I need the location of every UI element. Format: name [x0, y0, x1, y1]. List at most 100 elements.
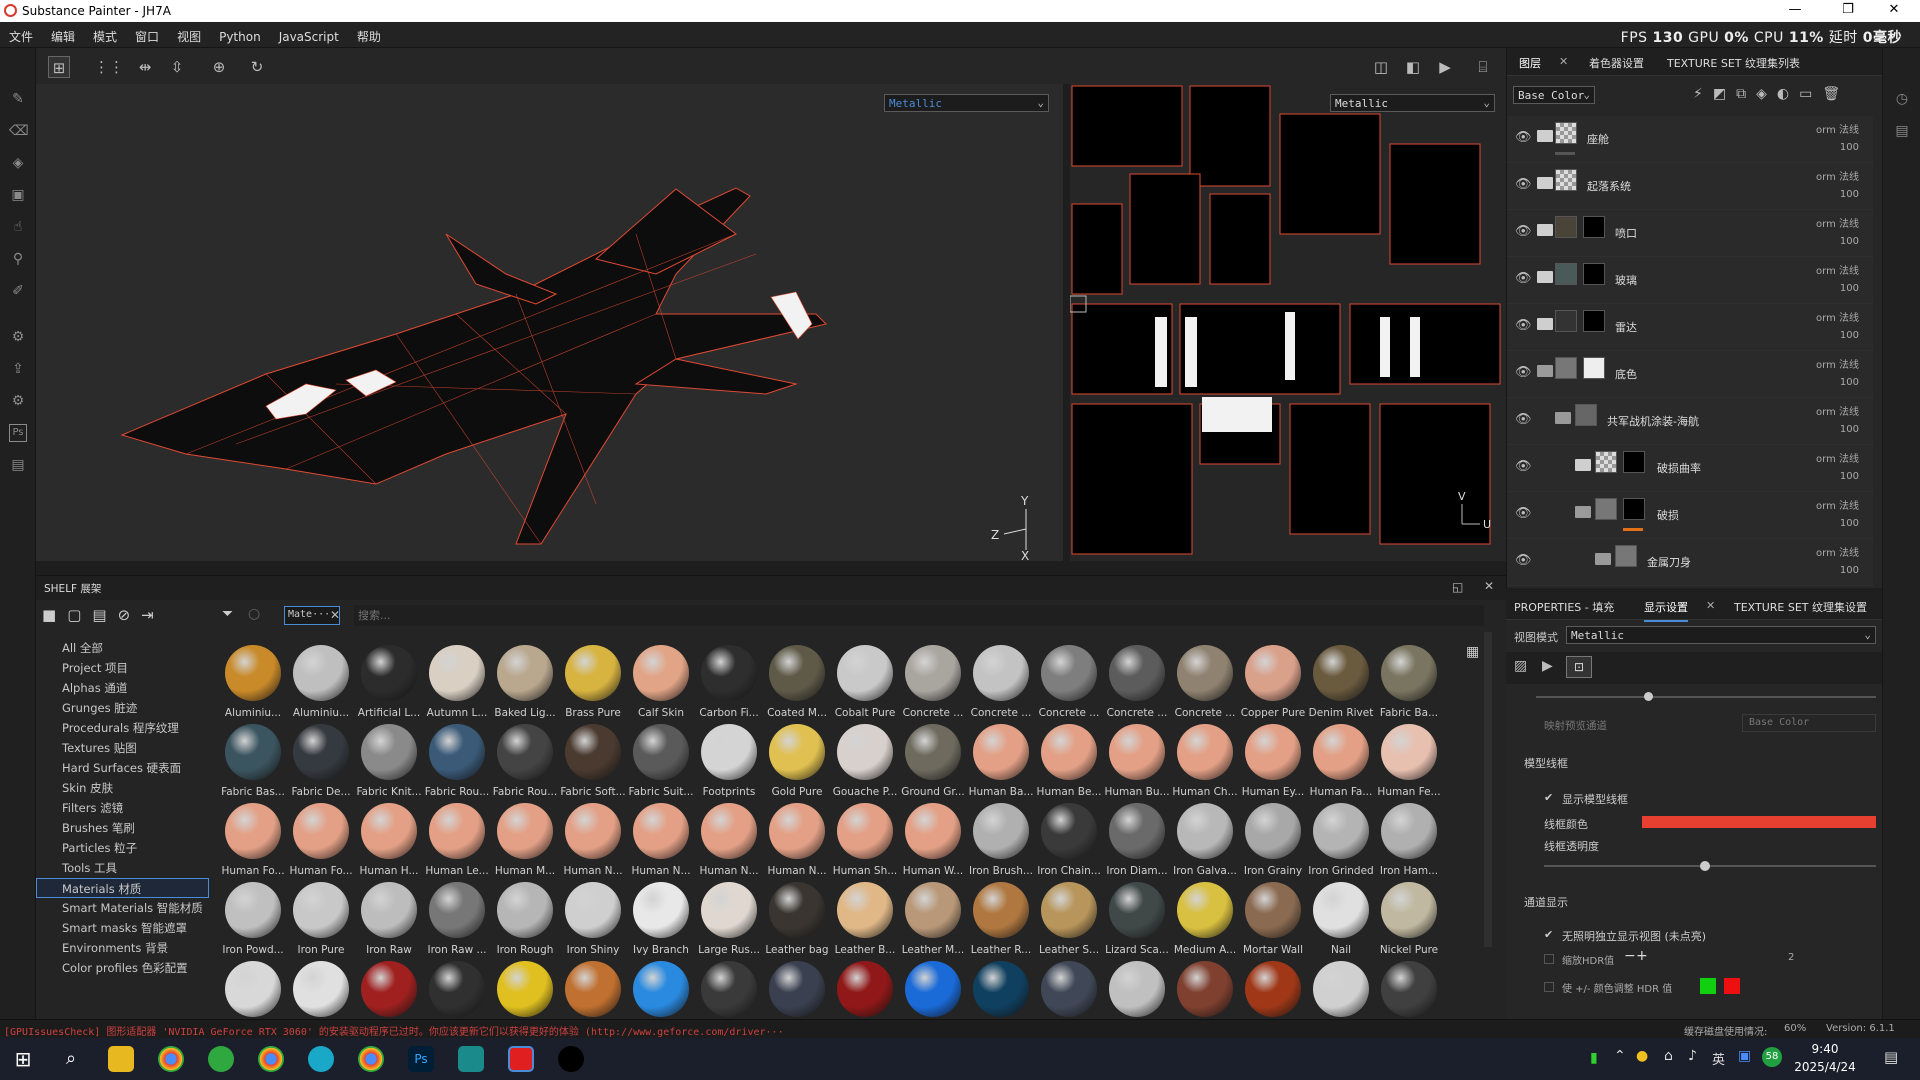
- material-item[interactable]: [1035, 961, 1101, 1020]
- chevron-up-icon[interactable]: ⌃: [1614, 1048, 1626, 1064]
- material-item[interactable]: Leather R...: [967, 882, 1033, 960]
- material-item[interactable]: Fabric Ba...: [1375, 645, 1441, 723]
- top-slider-handle[interactable]: [1644, 692, 1653, 701]
- category-materials[interactable]: Materials 材质: [36, 878, 209, 898]
- material-item[interactable]: [559, 961, 625, 1020]
- notifications-icon[interactable]: ▤: [1884, 1048, 1898, 1066]
- layer-opacity[interactable]: 100: [1840, 330, 1859, 341]
- circle-icon[interactable]: ○: [248, 606, 260, 622]
- layer-blend[interactable]: orm 法线: [1816, 309, 1859, 324]
- category-alphas[interactable]: Alphas 通道: [62, 680, 127, 696]
- camera-icon[interactable]: ▶: [1434, 56, 1456, 78]
- layer-row[interactable]: 👁 起落系统 orm 法线 100: [1507, 163, 1873, 210]
- material-item[interactable]: Human W...: [899, 803, 965, 881]
- material-item[interactable]: Gold Pure: [763, 724, 829, 802]
- menu-javascript[interactable]: JavaScript: [270, 24, 348, 44]
- plus-icon[interactable]: +: [1636, 948, 1648, 964]
- material-item[interactable]: Human N...: [695, 803, 761, 881]
- mask-icon[interactable]: ◩: [1713, 86, 1736, 102]
- material-item[interactable]: [763, 961, 829, 1020]
- layer-opacity[interactable]: 100: [1840, 236, 1859, 247]
- material-item[interactable]: Human Ey...: [1239, 724, 1305, 802]
- hdr-scale-value[interactable]: 2: [1788, 952, 1794, 963]
- eye-icon[interactable]: 👁: [1515, 224, 1532, 239]
- close-window-button[interactable]: ✕: [1874, 2, 1914, 17]
- layer-row[interactable]: 👁 玻璃 orm 法线 100: [1507, 257, 1873, 304]
- material-item[interactable]: [1171, 961, 1237, 1020]
- category-skin[interactable]: Skin 皮肤: [62, 780, 113, 796]
- material-item[interactable]: Iron Diam...: [1103, 803, 1169, 881]
- material-item[interactable]: Human N...: [559, 803, 625, 881]
- material-item[interactable]: Leather S...: [1035, 882, 1101, 960]
- layer-opacity[interactable]: 100: [1840, 471, 1859, 482]
- layer-blend[interactable]: orm 法线: [1816, 403, 1859, 418]
- material-item[interactable]: Ivy Branch: [627, 882, 693, 960]
- geometry-mask-icon[interactable]: ▣: [9, 186, 27, 204]
- viewport-3d[interactable]: Metallic ⌄ Y Z X: [36, 84, 1063, 561]
- checkbox-unchecked[interactable]: [1544, 954, 1554, 964]
- material-item[interactable]: Iron Chain...: [1035, 803, 1101, 881]
- material-item[interactable]: Iron Raw ...: [423, 882, 489, 960]
- fill-bucket-icon[interactable]: ◈: [1756, 86, 1777, 102]
- wechat-icon[interactable]: [208, 1046, 234, 1072]
- video-icon[interactable]: ▶: [1542, 658, 1553, 674]
- layer-blend[interactable]: orm 法线: [1816, 121, 1859, 136]
- material-item[interactable]: Large Rus...: [695, 882, 761, 960]
- material-item[interactable]: Footprints: [695, 724, 761, 802]
- material-item[interactable]: Human Fo...: [287, 803, 353, 881]
- minimize-button[interactable]: —: [1775, 2, 1815, 17]
- layer-row[interactable]: 👁 底色 orm 法线 100: [1507, 351, 1873, 398]
- 3dsmax-icon[interactable]: [458, 1046, 484, 1072]
- checkbox-checked-icon[interactable]: ✔: [1544, 791, 1553, 804]
- material-item[interactable]: Iron Rough: [491, 882, 557, 960]
- eye-icon[interactable]: 👁: [1515, 177, 1532, 192]
- material-item[interactable]: Human Be...: [1035, 724, 1101, 802]
- layer-opacity[interactable]: 100: [1840, 142, 1859, 153]
- material-item[interactable]: Lizard Sca...: [1103, 882, 1169, 960]
- import-icon[interactable]: ⇥: [141, 606, 165, 624]
- frame-icon[interactable]: ⊡: [1566, 656, 1592, 678]
- bake-icon[interactable]: ⚙: [9, 328, 27, 346]
- red-swatch[interactable]: [1724, 978, 1740, 994]
- material-item[interactable]: Fabric Soft...: [559, 724, 626, 802]
- material-item[interactable]: Leather B...: [831, 882, 897, 960]
- material-item[interactable]: Iron Brush...: [967, 803, 1033, 881]
- clock-time[interactable]: 9:40: [1790, 1042, 1860, 1056]
- tab-texture-set-list[interactable]: TEXTURE SET 纹理集列表: [1667, 55, 1800, 71]
- category-grunges[interactable]: Grunges 脏迹: [62, 700, 137, 716]
- material-item[interactable]: Denim Rivet: [1307, 645, 1373, 723]
- layer-channel-select[interactable]: Base Color ⌄: [1513, 86, 1595, 104]
- close-icon[interactable]: ✕: [1484, 579, 1494, 593]
- ime-indicator[interactable]: 英: [1712, 1049, 1725, 1068]
- log-panel-icon[interactable]: ▤: [1893, 122, 1911, 140]
- material-item[interactable]: Coated M...: [763, 645, 829, 723]
- material-item[interactable]: [967, 961, 1033, 1020]
- screenshot-camera-icon[interactable]: ⌸: [1472, 56, 1494, 78]
- material-item[interactable]: [1375, 961, 1441, 1020]
- eye-icon[interactable]: 👁: [1515, 365, 1532, 380]
- category-particles[interactable]: Particles 粒子: [62, 840, 137, 856]
- category-hard-surfaces[interactable]: Hard Surfaces 硬表面: [62, 760, 181, 776]
- material-item[interactable]: [491, 961, 557, 1020]
- material-item[interactable]: [695, 961, 761, 1020]
- grid-view-icon[interactable]: ⋮⋮: [94, 56, 124, 78]
- layer-row[interactable]: 👁 共军战机涂装-海航 orm 法线 100: [1507, 398, 1873, 445]
- layer-row[interactable]: 👁 喷口 orm 法线 100: [1507, 210, 1873, 257]
- material-item[interactable]: Human Ba...: [967, 724, 1033, 802]
- material-item[interactable]: [1103, 961, 1169, 1020]
- maximize-icon[interactable]: ◱: [1452, 580, 1463, 594]
- menu-help[interactable]: 帮助: [348, 22, 390, 45]
- material-item[interactable]: Carbon Fi...: [695, 645, 761, 723]
- wire-opacity-slider[interactable]: [1544, 865, 1876, 867]
- material-item[interactable]: Iron Grinded: [1307, 803, 1374, 881]
- new-file-icon[interactable]: ▢: [67, 606, 92, 624]
- tray-app-icon[interactable]: ●: [1636, 1048, 1648, 1064]
- material-item[interactable]: Iron Shiny: [559, 882, 625, 960]
- chrome-icon[interactable]: [158, 1046, 184, 1072]
- hide-icon[interactable]: ⊘: [118, 606, 142, 624]
- history-icon[interactable]: ↻: [246, 56, 268, 78]
- tab-display-settings[interactable]: 显示设置: [1644, 599, 1688, 622]
- wire-color-swatch[interactable]: [1642, 816, 1876, 828]
- save-icon[interactable]: ▤: [92, 606, 117, 624]
- ghost-channel-select[interactable]: Base Color: [1742, 714, 1876, 732]
